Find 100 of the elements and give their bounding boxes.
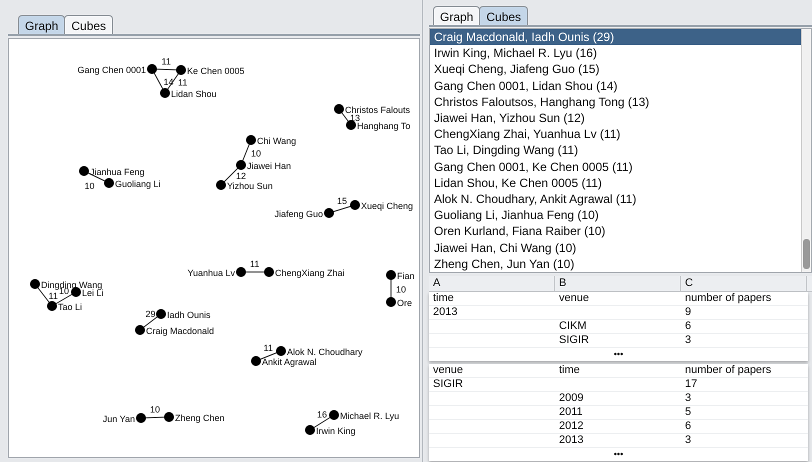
list-item[interactable]: Gang Chen 0001, Lidan Shou (14): [430, 78, 801, 94]
graph-node[interactable]: [276, 346, 286, 356]
node-label: Gang Chen 0001: [77, 65, 146, 75]
node-label: Iadh Ounis: [167, 310, 211, 320]
graph-node[interactable]: [147, 64, 157, 74]
list-item[interactable]: Zheng Chen, Jun Yan (10): [430, 256, 801, 272]
graph-node[interactable]: [236, 160, 246, 170]
table-cell: 2009: [559, 392, 584, 404]
graph-node[interactable]: [176, 65, 186, 75]
node-label: Yuanhua Lv: [187, 268, 235, 278]
list-item[interactable]: Irwin King, Michael R. Lyu (16): [430, 45, 801, 62]
graph-node[interactable]: [156, 309, 166, 319]
table-cell: 2011: [559, 406, 583, 418]
table-cell: venue: [433, 364, 463, 376]
table-cell: 2013: [559, 434, 584, 446]
node-label: Ke Chen 0005: [187, 66, 245, 76]
column-header[interactable]: C: [681, 276, 807, 291]
graph-node[interactable]: [135, 325, 145, 335]
node-label: Yizhou Sun: [227, 181, 273, 191]
tab[interactable]: Graph: [18, 15, 66, 34]
graph-node[interactable]: [305, 425, 315, 435]
edge-label: 11: [264, 343, 273, 353]
node-label: Jiawei Han: [247, 161, 292, 171]
node-label: Ore: [397, 298, 412, 308]
table-cell: CIKM: [559, 320, 586, 332]
edge-label: 11: [162, 56, 171, 66]
node-label: Lei Li: [82, 288, 104, 298]
edge-label: 15: [337, 196, 348, 206]
graph-node[interactable]: [79, 166, 89, 176]
graph-node[interactable]: [334, 104, 344, 114]
list-item[interactable]: Jiawei Han, Chi Wang (10): [430, 240, 801, 256]
edge-label: 12: [236, 171, 246, 181]
graph-node[interactable]: [329, 410, 339, 420]
column-header[interactable]: B: [555, 276, 681, 291]
table-cell: 17: [685, 378, 698, 390]
graph-node[interactable]: [386, 297, 396, 307]
list-item[interactable]: Gang Chen 0001, Ke Chen 0005 (11): [430, 158, 801, 175]
graph-node[interactable]: [236, 267, 246, 277]
list-item[interactable]: Jiawei Han, Yizhou Sun (12): [430, 110, 801, 126]
table-cell: 6: [685, 420, 692, 432]
tab[interactable]: Cubes: [479, 6, 528, 25]
list-item[interactable]: ChengXiang Zhai, Yuanhua Lv (11): [430, 126, 801, 142]
table-cell: time: [559, 364, 580, 376]
node-label: Fian: [397, 271, 415, 281]
graph-node[interactable]: [136, 413, 146, 423]
graph-node[interactable]: [246, 135, 256, 145]
table-cell: number of papers: [685, 292, 772, 304]
scrollbar[interactable]: [801, 29, 811, 272]
table-cell: SIGIR: [559, 334, 589, 346]
table-cell: venue: [559, 292, 589, 304]
edge-label: 10: [150, 404, 160, 414]
tab[interactable]: Cubes: [64, 15, 114, 34]
graph-node[interactable]: [216, 180, 226, 190]
edge-label: 10: [84, 181, 95, 191]
graph-node[interactable]: [30, 279, 40, 289]
table-cell: 5: [685, 406, 692, 418]
table-cell: time: [433, 292, 454, 304]
list-item[interactable]: Tao Li, Dingding Wang (11): [430, 142, 801, 159]
table-cell: 3: [685, 392, 692, 404]
more-indicator[interactable]: •••: [614, 349, 624, 359]
list-item[interactable]: Lidan Shou, Ke Chen 0005 (11): [430, 174, 801, 192]
edge-label: 11: [48, 291, 58, 301]
graph-node[interactable]: [164, 412, 174, 422]
node-label: Ankit Agrawal: [262, 357, 317, 367]
table-cell: number of papers: [685, 364, 772, 376]
node-label: Jun Yan: [102, 414, 135, 424]
list-item[interactable]: Guoliang Li, Jianhua Feng (10): [430, 207, 801, 224]
list-item[interactable]: Xueqi Cheng, Jiafeng Guo (15): [430, 61, 801, 78]
table-cell: 3: [685, 434, 692, 446]
table-cell: 3: [685, 334, 692, 346]
graph-node[interactable]: [104, 178, 114, 188]
graph-node[interactable]: [386, 270, 396, 280]
node-label: Irwin King: [316, 426, 356, 436]
node-label: Hanghang To: [357, 121, 410, 131]
node-label: Christos Falouts: [345, 105, 410, 115]
more-indicator[interactable]: •••: [614, 449, 624, 459]
graph-node[interactable]: [346, 120, 356, 130]
column-header[interactable]: A: [429, 276, 555, 291]
edge-label: 14: [164, 77, 174, 87]
node-label: Jiafeng Guo: [274, 209, 323, 219]
graph-node[interactable]: [251, 356, 261, 366]
edge-label: 10: [251, 148, 262, 158]
graph-node[interactable]: [264, 267, 274, 277]
list-item[interactable]: Oren Kurland, Fiana Raiber (10): [430, 223, 801, 240]
graph-node[interactable]: [160, 88, 170, 98]
node-label: Xueqi Cheng: [361, 201, 414, 211]
graph-node[interactable]: [47, 301, 57, 311]
node-label: Chi Wang: [257, 136, 296, 146]
graph-node[interactable]: [324, 208, 334, 218]
table-cell: 2013: [433, 306, 458, 318]
graph-node[interactable]: [350, 200, 360, 210]
node-label: Michael R. Lyu: [340, 411, 400, 421]
tab[interactable]: Graph: [433, 6, 480, 25]
list-item[interactable]: Christos Faloutsos, Hanghang Tong (13): [430, 94, 801, 110]
list-item[interactable]: Craig Macdonald, Iadh Ounis (29): [430, 29, 801, 46]
edge-label: 29: [146, 309, 156, 319]
node-label: ChengXiang Zhai: [275, 268, 345, 278]
edge-label: 11: [250, 259, 260, 269]
table-cell: 6: [685, 320, 692, 332]
list-item[interactable]: Alok N. Choudhary, Ankit Agrawal (11): [430, 191, 801, 208]
